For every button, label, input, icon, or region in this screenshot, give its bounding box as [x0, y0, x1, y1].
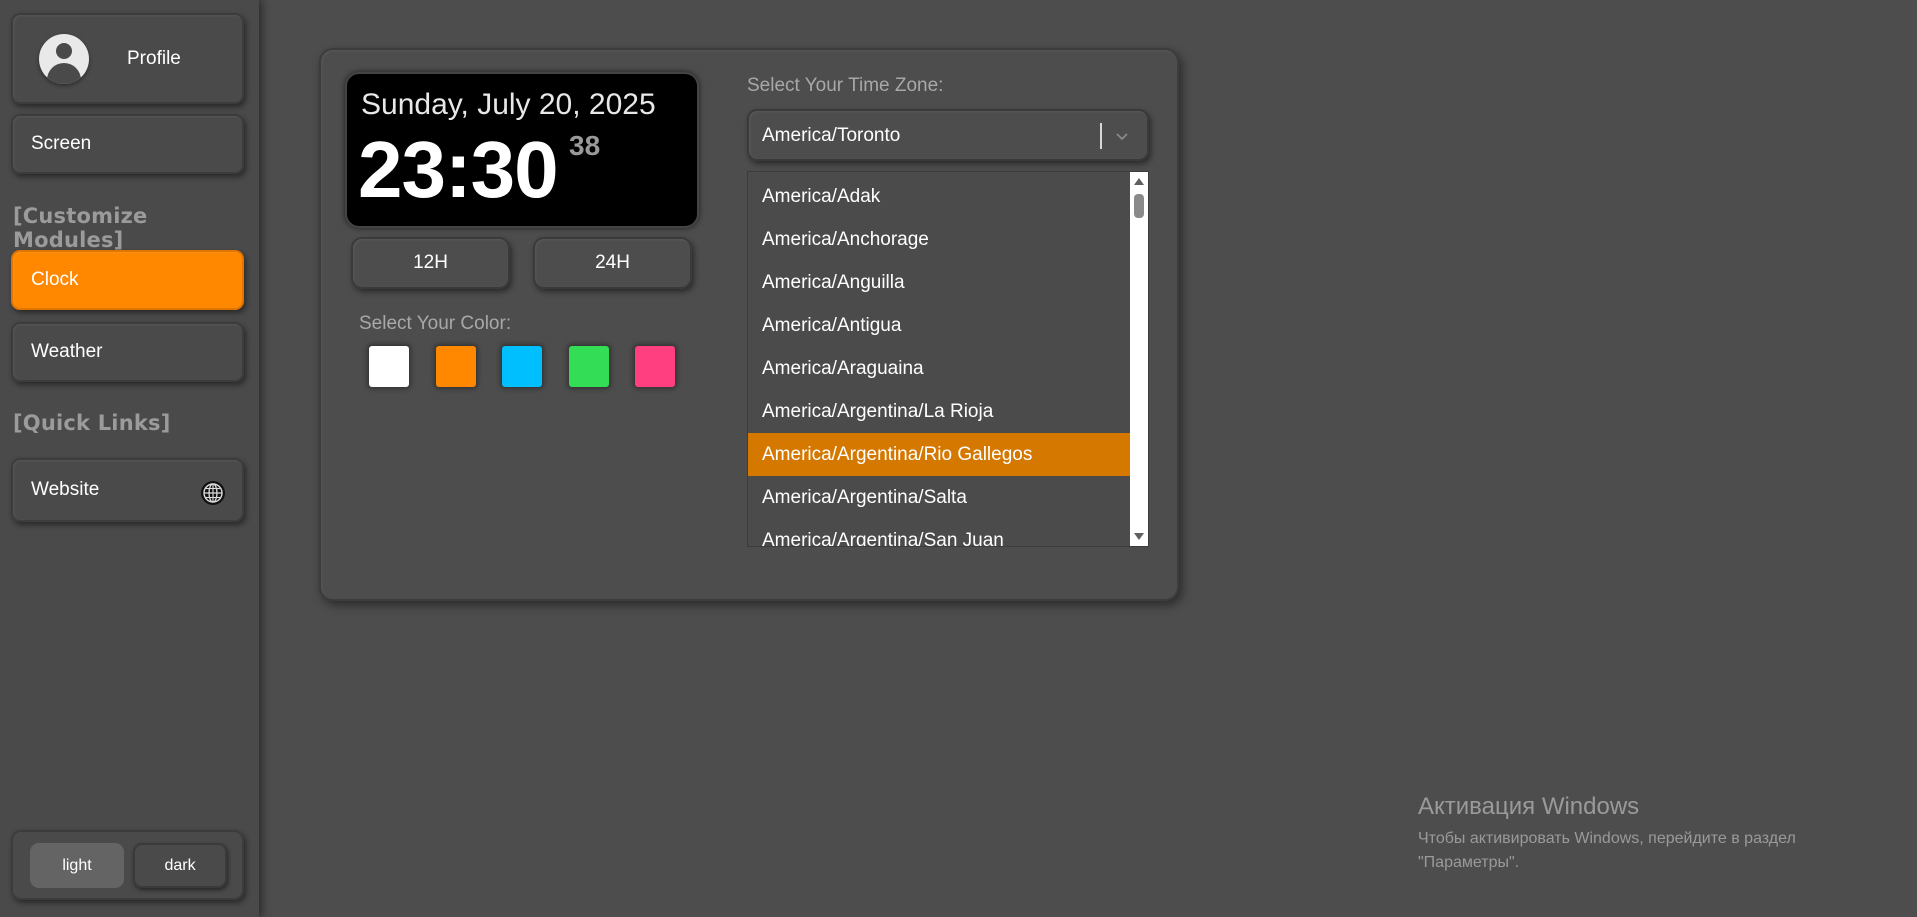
- timezone-option[interactable]: America/Adak: [748, 175, 1148, 218]
- timezone-value: America/Toronto: [762, 125, 901, 146]
- screen-label: Screen: [31, 133, 92, 154]
- theme-toggle: light dark: [11, 830, 244, 900]
- timezone-label: Select Your Time Zone:: [747, 75, 944, 96]
- color-swatch[interactable]: [502, 346, 542, 387]
- profile-label: Profile: [127, 47, 181, 69]
- activation-text-line1: Чтобы активировать Windows, перейдите в …: [1418, 830, 1796, 847]
- profile-button[interactable]: Profile: [11, 13, 244, 104]
- timezone-option[interactable]: America/Argentina/La Rioja: [748, 390, 1148, 433]
- timezone-option[interactable]: America/Antigua: [748, 304, 1148, 347]
- activation-title: Активация Windows: [1418, 793, 1640, 820]
- clock-seconds: 38: [569, 130, 601, 161]
- timezone-option[interactable]: America/Argentina/Rio Gallegos: [748, 433, 1148, 476]
- clock-display: Sunday, July 20, 2025 23:30 38: [345, 72, 699, 228]
- website-label: Website: [31, 479, 100, 500]
- customize-modules-heading: [Customize Modules]: [13, 204, 148, 252]
- color-swatch[interactable]: [569, 346, 609, 387]
- timezone-option[interactable]: America/Argentina/Salta: [748, 476, 1148, 519]
- activation-text-line2: "Параметры".: [1418, 854, 1520, 871]
- timezone-option[interactable]: America/Anchorage: [748, 218, 1148, 261]
- timezone-option[interactable]: America/Anguilla: [748, 261, 1148, 304]
- format-24h-button[interactable]: 24H: [533, 237, 692, 289]
- website-link-button[interactable]: Website: [11, 458, 244, 522]
- timezone-dropdown-list: America/Adak America/Anchorage America/Ang…: [747, 171, 1149, 547]
- sidebar: Profile Screen [Customize Modules] Clock…: [0, 0, 259, 917]
- quick-links-heading: [Quick Links]: [13, 411, 171, 435]
- color-swatch[interactable]: [369, 346, 409, 387]
- avatar-icon: [39, 33, 89, 84]
- dark-theme-button[interactable]: dark: [133, 843, 227, 888]
- color-swatch[interactable]: [436, 346, 476, 387]
- weather-label: Weather: [31, 341, 103, 362]
- scroll-down-icon[interactable]: [1134, 533, 1144, 540]
- clock-module-button[interactable]: Clock: [11, 250, 244, 310]
- dropdown-scrollbar[interactable]: [1130, 172, 1148, 546]
- clock-time: 23:30: [358, 125, 559, 214]
- clock-label: Clock: [31, 269, 79, 290]
- chevron-down-icon[interactable]: [1115, 129, 1129, 147]
- weather-module-button[interactable]: Weather: [11, 322, 244, 382]
- globe-icon: [200, 480, 226, 512]
- windows-activation-watermark: Активация Windows Чтобы активировать Win…: [1418, 793, 1796, 875]
- format-12h-button[interactable]: 12H: [351, 237, 510, 289]
- timezone-select[interactable]: America/Toronto: [747, 109, 1149, 161]
- timezone-option[interactable]: America/Argentina/San Juan: [748, 519, 1148, 546]
- light-theme-button[interactable]: light: [30, 843, 124, 888]
- scroll-thumb[interactable]: [1134, 194, 1144, 218]
- screen-button[interactable]: Screen: [11, 114, 244, 174]
- color-swatch[interactable]: [635, 346, 675, 387]
- timezone-option[interactable]: America/Araguaina: [748, 347, 1148, 390]
- clock-date: Sunday, July 20, 2025: [361, 88, 656, 121]
- color-label: Select Your Color:: [359, 313, 512, 334]
- select-separator: [1100, 123, 1102, 149]
- scroll-up-icon[interactable]: [1134, 178, 1144, 185]
